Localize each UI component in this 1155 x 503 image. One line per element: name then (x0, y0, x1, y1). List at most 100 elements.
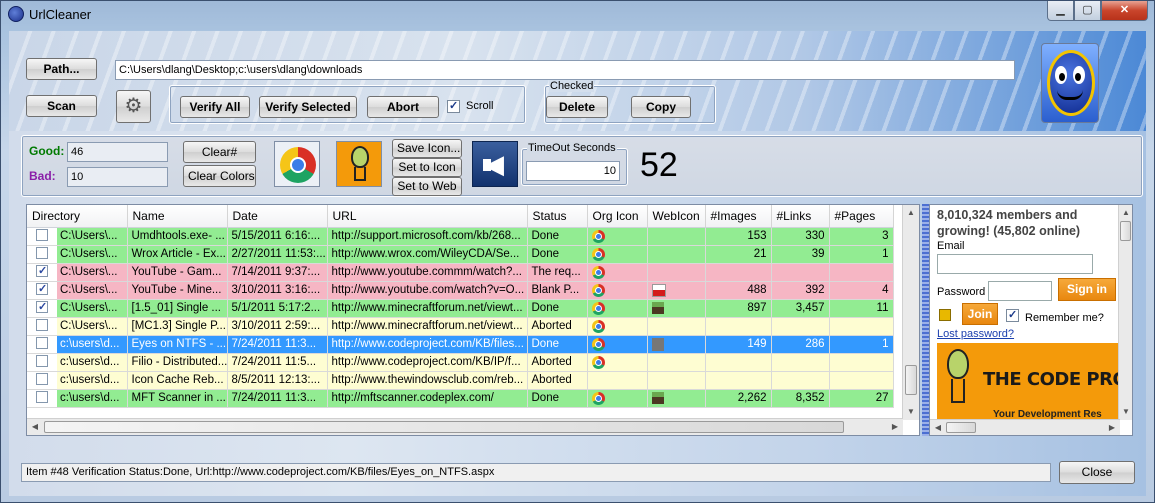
save-icon-button[interactable]: Save Icon... (392, 139, 462, 158)
close-button[interactable]: Close (1059, 461, 1135, 484)
column-header[interactable]: Name (127, 205, 228, 228)
codeproject-icon-preview[interactable] (336, 141, 382, 187)
table-row[interactable]: C:\Users\... Umdhtools.exe- ... 5/15/2011 … (27, 227, 894, 246)
scroll-right-icon[interactable]: ▶ (887, 419, 903, 435)
path-input[interactable]: C:\Users\dlang\Desktop;c:\users\dlang\do… (115, 60, 1015, 80)
scroll-checkbox[interactable] (447, 99, 460, 113)
clear-hash-button[interactable]: Clear# (183, 141, 256, 163)
grid-hscroll-thumb[interactable] (44, 421, 844, 433)
set-to-icon-button[interactable]: Set to Icon (392, 158, 462, 177)
web-scroll-left-icon[interactable]: ◀ (930, 420, 946, 435)
row-checkbox[interactable] (36, 281, 48, 297)
row-checkbox-cell[interactable] (27, 263, 57, 280)
grid-vscroll-thumb[interactable] (905, 365, 917, 395)
table-row[interactable]: c:\users\d... Icon Cache Reb... 8/5/2011 1… (27, 371, 894, 390)
cell-date: 3/10/2011 2:59:... (227, 317, 328, 336)
password-field[interactable] (988, 281, 1052, 301)
cell-status: Done (527, 245, 588, 264)
column-header[interactable]: #Pages (829, 205, 894, 228)
table-row[interactable]: C:\Users\... YouTube - Mine...3/10/2011 3… (27, 281, 894, 300)
column-header[interactable]: Status (527, 205, 588, 228)
panel-splitter[interactable] (922, 204, 929, 436)
sign-in-button[interactable]: Sign in (1058, 278, 1116, 301)
web-scroll-right-icon[interactable]: ▶ (1104, 420, 1120, 435)
grid-horizontal-scrollbar[interactable]: ◀ ▶ (27, 418, 903, 435)
remember-me-checkbox[interactable] (1006, 308, 1019, 322)
row-checkbox-cell[interactable] (27, 227, 57, 244)
web-hscroll-thumb[interactable] (946, 422, 976, 433)
verify-selected-button[interactable]: Verify Selected (259, 96, 357, 118)
minimize-button[interactable]: ▁ (1047, 1, 1074, 21)
scroll-up-icon[interactable]: ▲ (903, 205, 919, 221)
column-header[interactable]: Date (227, 205, 328, 228)
column-header[interactable]: Org Icon (587, 205, 648, 228)
row-checkbox-cell[interactable] (27, 371, 57, 388)
maximize-button[interactable]: ▢ (1074, 1, 1101, 21)
grid-vertical-scrollbar[interactable]: ▲ ▼ (902, 205, 919, 420)
row-checkbox[interactable] (36, 263, 48, 279)
set-to-web-button[interactable]: Set to Web (392, 177, 462, 196)
table-row[interactable]: C:\Users\... YouTube - Gam...7/14/2011 9:… (27, 263, 894, 282)
table-row[interactable]: C:\Users\... [1.5_01] Single ...5/1/2011 … (27, 299, 894, 318)
column-header[interactable]: URL (327, 205, 528, 228)
table-row[interactable]: C:\Users\... Wrox Article - Ex... 2/27/201… (27, 245, 894, 264)
scroll-left-icon[interactable]: ◀ (27, 419, 43, 435)
cell-images: 153 (705, 227, 772, 246)
table-row[interactable]: c:\users\d... Filio - Distributed... 7/24/… (27, 353, 894, 372)
column-header[interactable]: #Links (771, 205, 830, 228)
web-horizontal-scrollbar[interactable]: ◀ ▶ (930, 419, 1120, 435)
scan-button[interactable]: Scan (26, 95, 97, 117)
close-window-button[interactable]: ✕ (1101, 1, 1148, 21)
row-checkbox[interactable] (36, 319, 48, 332)
status-bar: Item #48 Verification Status:Done, Url:h… (21, 463, 1051, 482)
abort-button[interactable]: Abort (367, 96, 439, 118)
row-checkbox-cell[interactable] (27, 299, 57, 316)
row-checkbox-cell[interactable] (27, 389, 57, 406)
row-checkbox-cell[interactable] (27, 245, 57, 262)
sound-button[interactable]: ◀ (472, 141, 518, 187)
clear-colors-button[interactable]: Clear Colors (183, 165, 256, 187)
row-checkbox-cell[interactable] (27, 353, 57, 370)
web-scroll-up-icon[interactable]: ▲ (1118, 205, 1132, 221)
table-row[interactable]: c:\users\d... MFT Scanner in ... 7/24/2011… (27, 389, 894, 408)
table-row[interactable]: C:\Users\... [MC1.3] Single P... 3/10/2011… (27, 317, 894, 336)
cell-url: http://www.minecraftforum.net/viewt... (327, 299, 528, 318)
title-bar[interactable]: UrlCleaner ▁ ▢ ✕ (1, 1, 1154, 29)
chrome-icon (280, 147, 316, 183)
cell-pages (829, 371, 894, 390)
lost-password-link[interactable]: Lost password? (937, 328, 1014, 340)
cell-org-icon (587, 281, 648, 300)
scroll-down-icon[interactable]: ▼ (903, 404, 919, 420)
settings-button[interactable]: ⚙ (116, 90, 151, 123)
web-scroll-down-icon[interactable]: ▼ (1118, 404, 1132, 420)
results-grid[interactable]: Directory Name Date URL Status Org Icon WebIco… (26, 204, 920, 436)
web-vscroll-thumb[interactable] (1120, 221, 1131, 241)
row-checkbox-cell[interactable] (27, 281, 57, 298)
row-checkbox[interactable] (36, 373, 48, 386)
row-checkbox[interactable] (36, 391, 48, 404)
table-row[interactable]: c:\users\d... Eyes on NTFS - ... 7/24/2011… (27, 335, 894, 354)
timeout-input[interactable]: 10 (526, 161, 620, 181)
web-vertical-scrollbar[interactable]: ▲ ▼ (1118, 205, 1132, 420)
row-checkbox-cell[interactable] (27, 335, 57, 352)
row-checkbox[interactable] (36, 355, 48, 368)
cell-dir-wrap: c:\users\d... (27, 371, 128, 390)
chrome-icon-preview[interactable] (274, 141, 320, 187)
codeproject-banner[interactable]: THE CODE PROJ Your Development Res (937, 343, 1124, 419)
email-field[interactable] (937, 254, 1093, 274)
row-checkbox[interactable] (36, 229, 48, 242)
row-checkbox[interactable] (36, 337, 48, 350)
row-checkbox-cell[interactable] (27, 317, 57, 334)
row-checkbox[interactable] (36, 247, 48, 260)
copy-button[interactable]: Copy (631, 96, 691, 118)
column-header[interactable]: #Images (705, 205, 772, 228)
join-button[interactable]: Join (962, 303, 998, 325)
delete-button[interactable]: Delete (546, 96, 608, 118)
row-checkbox[interactable] (36, 299, 48, 315)
column-header[interactable]: WebIcon (647, 205, 706, 228)
verify-all-button[interactable]: Verify All (180, 96, 250, 118)
column-header[interactable]: Directory (27, 205, 128, 228)
web-browser-panel[interactable]: 8,010,324 members and growing! (45,802 o… (929, 204, 1133, 436)
path-button[interactable]: Path... (26, 58, 97, 80)
cell-status: Aborted (527, 353, 588, 372)
